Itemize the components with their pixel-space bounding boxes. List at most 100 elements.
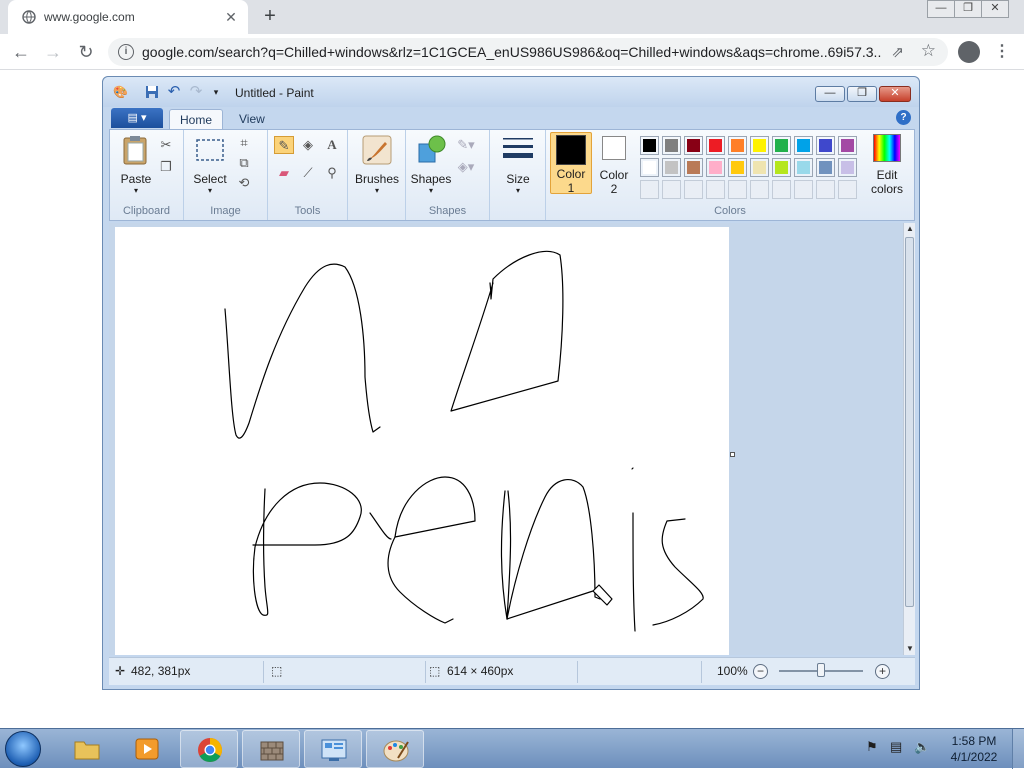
- palette-swatch[interactable]: [750, 136, 769, 155]
- drawing-canvas[interactable]: [115, 227, 729, 655]
- palette-swatch[interactable]: [794, 158, 813, 177]
- undo-icon[interactable]: ↶: [167, 84, 181, 99]
- size-button[interactable]: Size ▾: [498, 134, 538, 195]
- select-button[interactable]: Select ▾: [192, 134, 228, 195]
- reload-button[interactable]: ↻: [75, 41, 97, 63]
- color1-button[interactable]: Color 1: [550, 132, 592, 195]
- taskbar-media-player[interactable]: [118, 730, 176, 768]
- magnifier-icon[interactable]: ⚲: [322, 164, 342, 182]
- palette-swatch[interactable]: [838, 158, 857, 177]
- browser-tab[interactable]: www.google.com ✕: [8, 0, 248, 34]
- taskbar-paint[interactable]: [366, 730, 424, 768]
- forward-button[interactable]: →: [42, 41, 64, 63]
- redo-icon[interactable]: ↷: [189, 84, 203, 99]
- pencil-icon[interactable]: ✎: [274, 136, 294, 154]
- quick-save-icon[interactable]: [145, 85, 159, 99]
- shapes-button[interactable]: Shapes ▾: [410, 134, 452, 195]
- taskbar-chrome[interactable]: [180, 730, 238, 768]
- taskbar-firewall[interactable]: [242, 730, 300, 768]
- cut-icon[interactable]: ✂: [156, 136, 176, 154]
- outline-icon[interactable]: ✎▾: [456, 136, 476, 154]
- palette-swatch[interactable]: [684, 158, 703, 177]
- browser-menu-icon[interactable]: ⋮: [994, 41, 1010, 63]
- palette-swatch[interactable]: [838, 136, 857, 155]
- network-icon[interactable]: ▤: [890, 739, 902, 755]
- brushes-button[interactable]: Brushes ▾: [352, 134, 402, 195]
- palette-swatch[interactable]: [772, 136, 791, 155]
- fill-shape-icon[interactable]: ◈▾: [456, 158, 476, 176]
- paint-maximize-button[interactable]: ❐: [847, 86, 877, 102]
- palette-swatch[interactable]: [794, 136, 813, 155]
- palette-swatch[interactable]: [728, 158, 747, 177]
- color2-button[interactable]: Color 2: [594, 134, 634, 196]
- palette-swatch[interactable]: [640, 136, 659, 155]
- profile-avatar[interactable]: [958, 41, 980, 63]
- palette-swatch[interactable]: [816, 180, 835, 199]
- taskbar-control-panel[interactable]: [304, 730, 362, 768]
- fill-icon[interactable]: ◈: [298, 136, 318, 154]
- rotate-icon[interactable]: ⟲: [234, 174, 254, 192]
- eraser-icon[interactable]: ▰: [274, 164, 294, 182]
- file-menu-button[interactable]: ▤ ▾: [111, 108, 163, 128]
- tab-view[interactable]: View: [229, 109, 275, 129]
- palette-swatch[interactable]: [684, 136, 703, 155]
- address-bar[interactable]: i google.com/search?q=Chilled+windows&rl…: [108, 38, 948, 66]
- start-button[interactable]: [5, 731, 41, 767]
- restore-button[interactable]: ❐: [954, 0, 982, 18]
- palette-swatch[interactable]: [706, 136, 725, 155]
- palette-swatch[interactable]: [772, 158, 791, 177]
- edit-colors-button[interactable]: Edit colors: [864, 134, 910, 196]
- color-picker-icon[interactable]: ⟋: [298, 164, 318, 182]
- taskbar-clock[interactable]: 1:58 PM 4/1/2022: [944, 733, 1004, 765]
- palette-swatch[interactable]: [640, 158, 659, 177]
- site-info-icon[interactable]: i: [118, 44, 134, 60]
- palette-swatch[interactable]: [750, 180, 769, 199]
- palette-swatch[interactable]: [728, 136, 747, 155]
- palette-swatch[interactable]: [794, 180, 813, 199]
- scroll-down-icon[interactable]: ▼: [904, 643, 916, 655]
- palette-swatch[interactable]: [662, 180, 681, 199]
- palette-swatch[interactable]: [640, 180, 659, 199]
- share-icon[interactable]: ⇗: [891, 43, 904, 61]
- action-center-icon[interactable]: ⚑: [866, 739, 878, 755]
- palette-swatch[interactable]: [750, 158, 769, 177]
- palette-swatch[interactable]: [706, 180, 725, 199]
- new-tab-button[interactable]: +: [258, 5, 282, 29]
- scrollbar-thumb[interactable]: [905, 237, 914, 607]
- zoom-in-button[interactable]: +: [875, 664, 890, 679]
- help-icon[interactable]: ?: [896, 110, 911, 125]
- palette-swatch[interactable]: [772, 180, 791, 199]
- vertical-scrollbar[interactable]: ▲ ▼: [903, 223, 915, 655]
- volume-icon[interactable]: 🔈: [914, 739, 930, 755]
- resize-icon[interactable]: ⧉: [234, 154, 254, 172]
- tab-close-icon[interactable]: ✕: [222, 8, 240, 26]
- palette-swatch[interactable]: [662, 136, 681, 155]
- quick-access-dropdown-icon[interactable]: ▾: [209, 85, 223, 99]
- taskbar-explorer[interactable]: [58, 730, 116, 768]
- address-url[interactable]: google.com/search?q=Chilled+windows&rlz=…: [142, 44, 882, 60]
- paint-minimize-button[interactable]: —: [815, 86, 845, 102]
- palette-swatch[interactable]: [816, 136, 835, 155]
- palette-swatch[interactable]: [706, 158, 725, 177]
- palette-swatch[interactable]: [816, 158, 835, 177]
- back-button[interactable]: ←: [10, 41, 32, 63]
- palette-swatch[interactable]: [662, 158, 681, 177]
- palette-swatch[interactable]: [838, 180, 857, 199]
- palette-swatch[interactable]: [728, 180, 747, 199]
- paint-titlebar: 🎨 ↶ ↷ ▾ Untitled - Paint — ❐ ✕: [103, 77, 919, 107]
- paint-close-button[interactable]: ✕: [879, 86, 911, 102]
- tab-home[interactable]: Home: [169, 109, 224, 129]
- paste-button[interactable]: Paste ▾: [118, 134, 154, 195]
- close-window-button[interactable]: ✕: [981, 0, 1009, 18]
- text-tool-icon[interactable]: A: [322, 136, 342, 154]
- scroll-up-icon[interactable]: ▲: [904, 223, 916, 235]
- crop-icon[interactable]: ⌗: [234, 134, 254, 152]
- zoom-slider-thumb[interactable]: [817, 663, 825, 677]
- palette-swatch[interactable]: [684, 180, 703, 199]
- minimize-button[interactable]: —: [927, 0, 955, 18]
- bookmark-star-icon[interactable]: ☆: [921, 41, 936, 61]
- canvas-resize-handle[interactable]: [730, 452, 735, 457]
- zoom-out-button[interactable]: −: [753, 664, 768, 679]
- copy-icon[interactable]: ❐: [156, 158, 176, 176]
- show-desktop-button[interactable]: [1012, 729, 1024, 769]
